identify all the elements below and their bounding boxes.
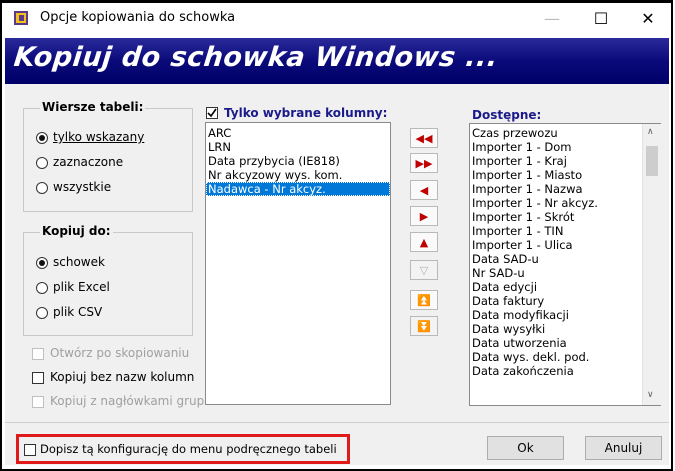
list-item[interactable]: Importer 1 - Kraj [470,154,640,168]
list-item[interactable]: Data przybycia (IE818) [206,154,390,168]
move-bottom-button[interactable]: ⏬ [410,316,438,336]
move-down-button[interactable]: ▽ [410,260,438,280]
scrollbar[interactable]: ∧ ∨ [642,124,661,405]
list-item-selected[interactable]: Nadawca - Nr akcyz. [206,182,390,196]
app-icon [14,11,28,25]
list-item[interactable]: Importer 1 - Nr akcyz. [470,196,640,210]
radio-row-all[interactable] [36,182,48,194]
scroll-up-icon[interactable]: ∧ [647,127,654,137]
scroll-thumb[interactable] [646,146,658,176]
list-item[interactable]: Data SAD-u [470,252,640,266]
list-item[interactable]: Importer 1 - Miasto [470,168,640,182]
radio-row-current-label[interactable]: tylko wskazany [53,130,144,144]
radio-excel-label[interactable]: plik Excel [53,280,110,294]
banner-title: Kopiuj do schowka Windows ... [12,42,500,73]
available-list[interactable]: Czas przewozu Importer 1 - Dom Importer 1 … [469,123,661,406]
move-right-button[interactable]: ▶ [410,206,438,226]
check-icon [207,108,217,118]
minimize-button[interactable]: — [530,4,574,32]
list-item[interactable]: Data wysyłki [470,322,640,336]
list-item[interactable]: Data modyfikacji [470,308,640,322]
group-headers-label: Kopiuj z nagłówkami grup [50,394,205,408]
radio-row-current[interactable] [36,132,48,144]
list-item[interactable]: Data faktury [470,294,640,308]
maximize-button[interactable]: ☐ [579,4,623,32]
list-item[interactable]: Importer 1 - Skrót [470,210,640,224]
list-item[interactable]: LRN [206,140,390,154]
add-to-menu-label: Dopisz tą konfigurację do menu podręczne… [40,442,337,456]
selected-columns-list[interactable]: ARC LRN Data przybycia (IE818) Nr akcyzo… [205,122,391,405]
group-headers-checkbox[interactable] [32,396,44,408]
list-item[interactable]: Data edycji [470,280,640,294]
radio-row-selected-label[interactable]: zaznaczone [53,155,123,169]
list-item[interactable]: Importer 1 - TIN [470,224,640,238]
move-up-button[interactable]: ▲ [410,232,438,252]
no-headers-label: Kopiuj bez nazw kolumn [50,370,195,384]
selected-columns-label: Tylko wybrane kolumny: [224,106,388,120]
list-item[interactable]: Nr SAD-u [470,266,640,280]
list-item[interactable]: Data wys. dekl. pod. [470,350,640,364]
scroll-down-icon[interactable]: ∨ [647,390,654,400]
ok-button[interactable]: Ok [487,436,564,460]
radio-row-selected[interactable] [36,157,48,169]
radio-csv-label[interactable]: plik CSV [53,305,102,319]
list-item[interactable]: Nr akcyzowy wys. kom. [206,168,390,182]
list-item[interactable]: Importer 1 - Nazwa [470,182,640,196]
list-item[interactable]: Data zakończenia [470,364,640,378]
close-button[interactable]: ✕ [626,4,670,32]
list-item[interactable]: Data utworzenia [470,336,640,350]
open-after-checkbox[interactable] [32,348,44,360]
available-label: Dostępne: [472,108,542,122]
list-item[interactable]: ARC [206,126,390,140]
move-all-right-button[interactable]: ▶▶ [410,153,438,173]
window-title: Opcje kopiowania do schowka [40,10,236,25]
no-headers-checkbox[interactable] [32,372,44,384]
rows-group-title: Wiersze tabeli: [40,100,146,114]
cancel-button[interactable]: Anuluj [585,436,662,460]
list-item[interactable]: Importer 1 - Dom [470,140,640,154]
copyto-group-title: Kopiuj do: [40,224,113,238]
radio-clipboard[interactable] [36,257,48,269]
move-top-button[interactable]: ⏫ [410,290,438,310]
radio-excel[interactable] [36,282,48,294]
move-left-button[interactable]: ◀ [410,180,438,200]
radio-clipboard-label[interactable]: schowek [53,255,105,269]
selected-columns-checkbox[interactable] [206,107,218,119]
radio-csv[interactable] [36,307,48,319]
list-item[interactable]: Importer 1 - Ulica [470,238,640,252]
list-item[interactable]: Czas przewozu [470,126,640,140]
move-all-left-button[interactable]: ◀◀ [410,128,438,148]
open-after-label: Otwórz po skopiowaniu [50,346,190,360]
radio-row-all-label[interactable]: wszystkie [53,180,111,194]
add-to-menu-checkbox[interactable] [24,444,36,456]
